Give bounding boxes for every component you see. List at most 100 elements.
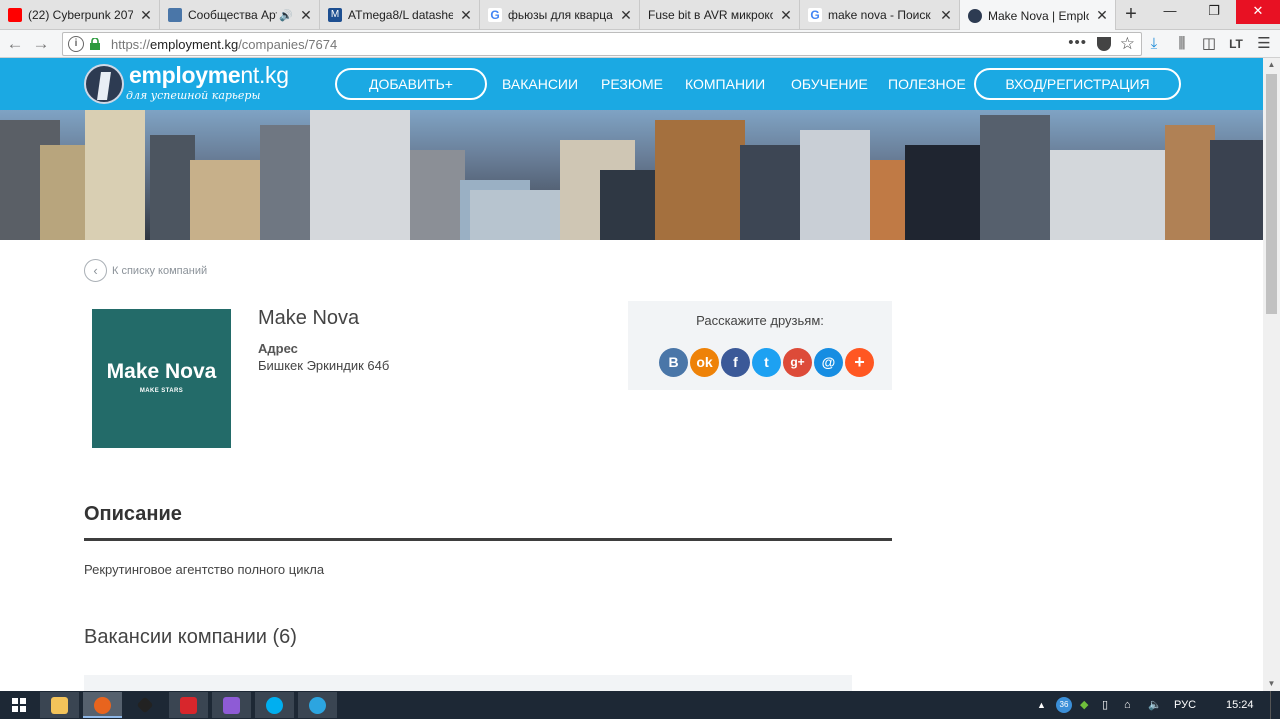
app-icon xyxy=(180,697,197,714)
site-logo[interactable]: employment.kg для успешной карьеры xyxy=(84,62,294,106)
employment-icon xyxy=(968,8,982,23)
tab-google-make-nova[interactable]: G make nova - Поиск в ✕ xyxy=(800,0,960,30)
close-icon[interactable]: ✕ xyxy=(459,7,473,24)
scroll-up-icon[interactable]: ▲ xyxy=(1263,58,1280,72)
description-text: Рекрутинговое агентство полного цикла xyxy=(84,562,325,577)
add-button[interactable]: ДОБАВИТЬ+ xyxy=(335,68,487,100)
firefox-icon xyxy=(94,697,111,714)
tab-cyberpunk[interactable]: (22) Cyberpunk 2077 ✕ xyxy=(0,0,160,30)
taskbar-explorer[interactable] xyxy=(40,692,79,718)
url-text[interactable]: https://employment.kg/companies/7674 xyxy=(111,37,337,52)
address-label: Адрес xyxy=(258,341,298,356)
description-title: Описание xyxy=(84,503,182,525)
nav-companies[interactable]: КОМПАНИИ xyxy=(685,76,765,92)
tray-shield-icon[interactable]: ◆ xyxy=(1080,691,1088,719)
close-icon[interactable]: ✕ xyxy=(299,7,313,24)
youtube-icon xyxy=(8,8,22,22)
close-icon[interactable]: ✕ xyxy=(619,7,633,24)
tab-google-fuses[interactable]: G фьюзы для кварца а ✕ xyxy=(480,0,640,30)
taskbar-firefox[interactable] xyxy=(83,692,122,718)
tray-expand-icon[interactable]: ▲ xyxy=(1037,691,1046,719)
windows-icon xyxy=(12,698,26,712)
tab-make-nova-employment[interactable]: Make Nova | Employme ✕ xyxy=(960,0,1116,31)
scrollbar-thumb[interactable] xyxy=(1266,74,1277,314)
menu-icon[interactable]: ☰ xyxy=(1254,34,1274,54)
logo-tagline: для успешной карьеры xyxy=(126,89,261,102)
share-box: Расскажите друзьям: B ok f t g+ @ + xyxy=(628,301,892,390)
language-indicator[interactable]: РУС xyxy=(1174,691,1196,719)
close-icon[interactable]: ✕ xyxy=(779,7,793,24)
tab-vk-community[interactable]: Сообщества Артём 🔊 ✕ xyxy=(160,0,320,30)
new-tab-button[interactable]: + xyxy=(1118,3,1144,27)
address-bar[interactable]: i https://employment.kg/companies/7674 •… xyxy=(62,32,1142,56)
scroll-down-icon[interactable]: ▼ xyxy=(1263,677,1280,691)
company-name: Make Nova xyxy=(258,307,360,329)
taskbar-app4[interactable] xyxy=(169,692,208,718)
vacancies-list xyxy=(84,675,852,691)
taskbar-app3[interactable] xyxy=(126,692,165,718)
address-value: Бишкек Эркиндик 64б xyxy=(258,358,390,373)
facebook-icon[interactable]: f xyxy=(721,348,750,377)
odnoklassniki-icon[interactable]: ok xyxy=(690,348,719,377)
nav-useful[interactable]: ПОЛЕЗНОЕ xyxy=(888,76,966,92)
network-icon[interactable]: ⌂ xyxy=(1124,691,1131,719)
telegram-icon xyxy=(309,697,326,714)
tray-device-icon[interactable]: ▯ xyxy=(1102,691,1108,719)
download-icon[interactable]: ⤓ xyxy=(1144,34,1164,54)
sidebar-icon[interactable]: ◫ xyxy=(1199,34,1219,54)
company-logo: Make Nova MAKE STARS xyxy=(92,309,231,448)
login-register-button[interactable]: ВХОД/РЕГИСТРАЦИЯ xyxy=(974,68,1181,100)
google-plus-icon[interactable]: g+ xyxy=(783,348,812,377)
chevron-left-icon: ‹ xyxy=(84,259,107,282)
twitter-icon[interactable]: t xyxy=(752,348,781,377)
logo-text-part2: nt.kg xyxy=(240,62,289,88)
restore-button[interactable]: ❐ xyxy=(1192,0,1236,24)
volume-icon[interactable]: 🔈 xyxy=(1148,691,1162,719)
nav-vacancies[interactable]: ВАКАНСИИ xyxy=(502,76,578,92)
taskbar-skype[interactable] xyxy=(255,692,294,718)
window-close-button[interactable]: ✕ xyxy=(1236,0,1280,24)
folder-icon xyxy=(51,697,68,714)
tray-badge-count: 36 xyxy=(1056,697,1072,714)
close-icon[interactable]: ✕ xyxy=(1095,7,1109,24)
close-icon[interactable]: ✕ xyxy=(139,7,153,24)
logo-text-part1: employme xyxy=(129,62,241,88)
app-icon xyxy=(223,697,240,714)
back-arrow-icon[interactable]: ← xyxy=(4,33,26,55)
site-header: employment.kg для успешной карьеры ДОБАВ… xyxy=(0,58,1263,110)
taskbar-telegram[interactable] xyxy=(298,692,337,718)
back-link-label: К списку компаний xyxy=(112,264,208,277)
tab-fuse-bit[interactable]: Fuse bit в AVR микроконт ✕ xyxy=(640,0,800,30)
library-icon[interactable]: ⫼ xyxy=(1172,34,1192,54)
browser-nav-bar: ← → i https://employment.kg/companies/76… xyxy=(0,30,1280,58)
languagetool-icon[interactable]: LT xyxy=(1226,34,1246,54)
tray-app-badge[interactable]: 36 xyxy=(1056,691,1072,719)
start-button[interactable] xyxy=(0,691,38,719)
tab-atmega-datasheet[interactable]: M ATmega8/L datasheet ✕ xyxy=(320,0,480,30)
back-to-companies-link[interactable]: ‹ К списку компаний xyxy=(84,259,207,282)
clock[interactable]: 15:24 xyxy=(1226,691,1254,719)
info-icon[interactable]: i xyxy=(68,36,84,52)
mail-icon[interactable]: @ xyxy=(814,348,843,377)
share-title: Расскажите друзьям: xyxy=(696,313,824,328)
close-icon[interactable]: ✕ xyxy=(939,7,953,24)
show-desktop-button[interactable] xyxy=(1270,691,1280,719)
browser-tab-bar: (22) Cyberpunk 2077 ✕ Сообщества Артём 🔊… xyxy=(0,0,1280,31)
description-divider xyxy=(84,538,892,541)
minimize-button[interactable]: — xyxy=(1148,0,1192,24)
more-icon[interactable]: + xyxy=(845,348,874,377)
nav-resumes[interactable]: РЕЗЮМЕ xyxy=(601,76,663,92)
pocket-icon[interactable] xyxy=(1097,37,1111,51)
bookmark-star-icon[interactable]: ☆ xyxy=(1120,34,1135,54)
windows-taskbar: ▲ 36 ◆ ▯ ⌂ 🔈 РУС 15:24 xyxy=(0,691,1280,719)
speaker-icon[interactable]: 🔊 xyxy=(279,9,293,22)
taskbar-app5[interactable] xyxy=(212,692,251,718)
lock-icon xyxy=(90,38,100,50)
page-actions-icon[interactable]: ••• xyxy=(1068,34,1087,51)
skype-icon xyxy=(266,697,283,714)
nav-training[interactable]: ОБУЧЕНИЕ xyxy=(791,76,868,92)
google-icon: G xyxy=(488,8,502,22)
vk-icon[interactable]: B xyxy=(659,348,688,377)
page-scrollbar[interactable]: ▲ ▼ xyxy=(1263,58,1280,691)
forward-arrow-icon[interactable]: → xyxy=(30,33,52,55)
